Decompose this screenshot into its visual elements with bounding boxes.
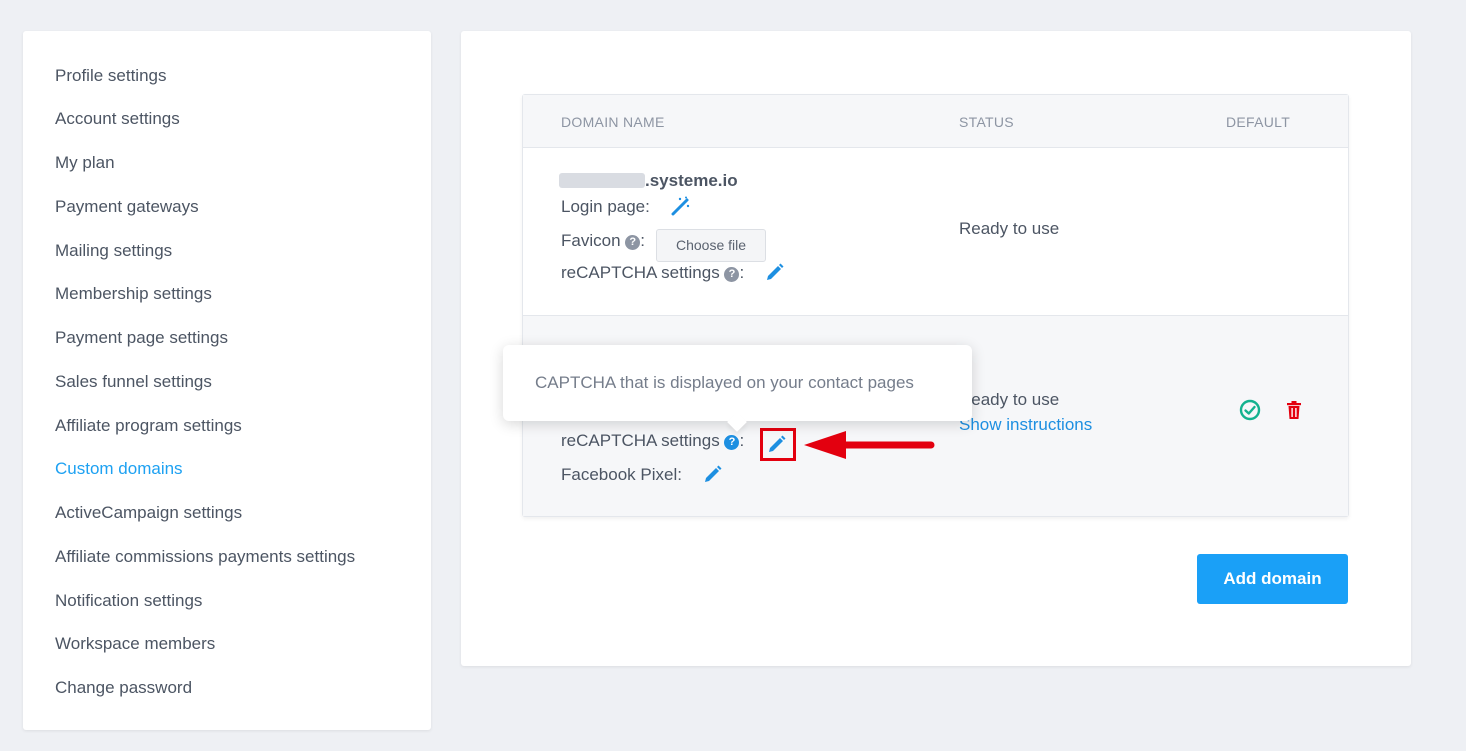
- sidebar-item-workspace-members[interactable]: Workspace members: [55, 634, 215, 654]
- redacted-subdomain: [559, 173, 645, 188]
- question-circle-icon[interactable]: ?: [724, 435, 740, 450]
- pencil-edit-icon[interactable]: [703, 464, 723, 484]
- recaptcha-settings-label: reCAPTCHA settings ?:: [561, 431, 744, 451]
- trash-icon[interactable]: [1284, 400, 1304, 420]
- sidebar-item-membership-settings[interactable]: Membership settings: [55, 284, 212, 304]
- recaptcha-colon: :: [739, 431, 745, 450]
- highlight-box: [760, 428, 796, 461]
- sidebar-item-custom-domains[interactable]: Custom domains: [55, 459, 183, 479]
- status-text: Ready to use: [959, 390, 1060, 409]
- sidebar-item-affiliate-program-settings[interactable]: Affiliate program settings: [55, 416, 242, 436]
- sidebar-item-mailing-settings[interactable]: Mailing settings: [55, 241, 172, 261]
- table-row: .systeme.io Login page: Favicon ?: Choos…: [523, 148, 1348, 316]
- sidebar-item-profile-settings[interactable]: Profile settings: [55, 66, 167, 86]
- sidebar-item-notification-settings[interactable]: Notification settings: [55, 591, 202, 611]
- recaptcha-tooltip: CAPTCHA that is displayed on your contac…: [503, 345, 972, 421]
- table-header: DOMAIN NAME STATUS DEFAULT: [523, 95, 1348, 148]
- check-circle-icon[interactable]: [1239, 399, 1261, 421]
- favicon-colon: :: [640, 231, 645, 250]
- sidebar-item-my-plan[interactable]: My plan: [55, 153, 115, 173]
- red-arrow-icon: [804, 431, 935, 459]
- magic-wand-icon[interactable]: [670, 196, 690, 216]
- pencil-edit-icon[interactable]: [765, 262, 785, 282]
- settings-sidebar: Profile settings Account settings My pla…: [23, 31, 431, 730]
- column-header-domain-name: DOMAIN NAME: [561, 114, 665, 130]
- sidebar-item-payment-page-settings[interactable]: Payment page settings: [55, 328, 228, 348]
- show-instructions-link[interactable]: Show instructions: [959, 415, 1092, 435]
- sidebar-item-account-settings[interactable]: Account settings: [55, 109, 180, 129]
- column-header-default: DEFAULT: [1226, 114, 1291, 130]
- tooltip-text: CAPTCHA that is displayed on your contac…: [535, 373, 914, 392]
- recaptcha-label-text: reCAPTCHA settings: [561, 431, 720, 450]
- add-domain-button[interactable]: Add domain: [1197, 554, 1348, 604]
- sidebar-item-activecampaign-settings[interactable]: ActiveCampaign settings: [55, 503, 242, 523]
- favicon-label-text: Favicon: [561, 231, 621, 250]
- recaptcha-colon: :: [739, 263, 745, 282]
- question-circle-icon[interactable]: ?: [625, 235, 641, 250]
- sidebar-item-affiliate-commissions-payments-settings[interactable]: Affiliate commissions payments settings: [55, 547, 355, 567]
- status-text: Ready to use: [959, 219, 1060, 238]
- question-circle-icon[interactable]: ?: [724, 267, 740, 282]
- domains-table: DOMAIN NAME STATUS DEFAULT .systeme.io L…: [522, 94, 1349, 517]
- login-page-label: Login page:: [561, 197, 650, 216]
- recaptcha-settings-label: reCAPTCHA settings ?:: [561, 263, 744, 283]
- choose-file-button[interactable]: Choose file: [656, 229, 766, 262]
- facebook-pixel-label: Facebook Pixel:: [561, 465, 682, 484]
- domain-name: .systeme.io: [559, 171, 738, 191]
- sidebar-item-sales-funnel-settings[interactable]: Sales funnel settings: [55, 372, 212, 392]
- column-header-status: STATUS: [959, 114, 1014, 130]
- sidebar-item-payment-gateways[interactable]: Payment gateways: [55, 197, 199, 217]
- favicon-label: Favicon ?:: [561, 231, 645, 251]
- recaptcha-label-text: reCAPTCHA settings: [561, 263, 720, 282]
- domain-suffix: .systeme.io: [645, 171, 738, 190]
- sidebar-item-change-password[interactable]: Change password: [55, 678, 192, 698]
